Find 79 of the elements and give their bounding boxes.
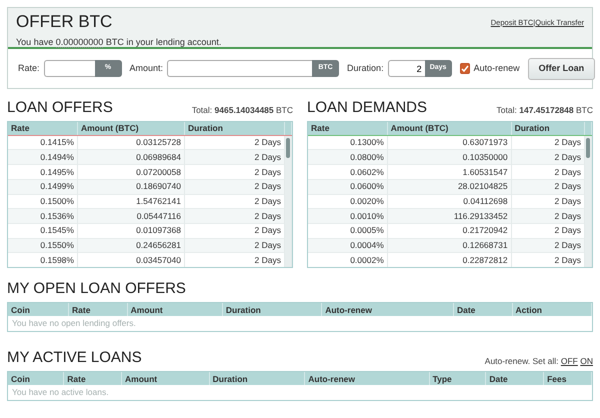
table-cell: 2 Days: [511, 179, 584, 194]
column-header: Date: [486, 372, 544, 386]
table-cell: 0.1598%: [8, 252, 78, 268]
total-unit: BTC: [576, 105, 593, 116]
column-header: Duration: [184, 122, 284, 136]
section-title: MY OPEN LOAN OFFERS: [7, 280, 186, 298]
column-header: Rate: [8, 122, 78, 136]
rate-field[interactable]: [44, 60, 95, 77]
table-cell: 0.0800%: [308, 150, 388, 165]
table-cell: 116.29133452: [387, 208, 512, 224]
total-unit: BTC: [276, 105, 293, 116]
total-label: Total:: [192, 105, 212, 116]
auto-renew-label: Auto-renew: [474, 62, 520, 75]
table-cell: 2 Days: [511, 150, 584, 165]
set-all-link[interactable]: ON: [580, 356, 593, 366]
empty-message: You have no open lending offers.: [11, 317, 137, 330]
table-cell: 0.0010%: [308, 208, 388, 224]
auto-renew-checkbox[interactable]: [460, 63, 470, 74]
column-header: Duration: [222, 303, 322, 316]
amount-label: Amount:: [130, 62, 164, 75]
column-header: Rate: [308, 122, 388, 136]
table-cell: 0.1499%: [8, 179, 78, 194]
total-value: 9465.14034485: [214, 105, 274, 116]
duration-label: Duration:: [347, 62, 384, 75]
column-header: Fees: [544, 372, 592, 386]
column-header: Duration: [209, 372, 305, 386]
table-cell: 0.0002%: [308, 252, 388, 268]
table-cell: 2 Days: [184, 238, 284, 253]
table-cell: 28.02104825: [387, 179, 512, 194]
column-header: Type: [429, 372, 486, 386]
offer-loan-button[interactable]: Offer Loan: [528, 58, 596, 80]
table-cell: 2 Days: [184, 179, 284, 194]
column-header: Auto-renew: [322, 303, 454, 316]
table-cell: 0.10350000: [387, 150, 512, 165]
table-cell: 2 Days: [511, 252, 584, 268]
table-cell: 2 Days: [511, 238, 584, 253]
column-header: Action: [512, 303, 592, 316]
amount-field[interactable]: [167, 60, 312, 77]
column-header: Duration: [511, 122, 584, 136]
table-cell: 0.1550%: [8, 238, 78, 253]
panel-title: OFFER BTC: [16, 12, 114, 32]
balance-value: 0.00000000: [56, 37, 104, 48]
table-cell: 2 Days: [184, 208, 284, 224]
column-header: Date: [453, 303, 512, 316]
table-cell: 0.0004%: [308, 238, 388, 253]
set-all-label: Auto-renew. Set all:: [484, 356, 558, 366]
table-cell: 0.22872812: [387, 252, 512, 268]
column-header: Coin: [8, 303, 69, 316]
rate-label: Rate:: [18, 62, 40, 75]
table-cell: 0.05447116: [77, 208, 184, 224]
total-label: Total:: [496, 105, 517, 116]
balance-label: You have: [16, 37, 54, 47]
column-header: Rate: [68, 303, 128, 316]
table-cell: 0.18690740: [77, 179, 184, 194]
column-header: Coin: [8, 372, 64, 386]
table-cell: 0.0600%: [308, 179, 388, 194]
table-cell: 0.1536%: [8, 208, 78, 224]
section-title: LOAN DEMANDS: [307, 99, 428, 117]
table-cell: 2 Days: [511, 208, 584, 224]
column-header: Amount: [122, 372, 210, 386]
column-header: Amount (BTC): [77, 122, 184, 136]
table-cell: 0.1494%: [8, 150, 78, 165]
table-cell: 0.24656281: [77, 238, 184, 253]
table-cell: 2 Days: [184, 252, 284, 268]
table-cell: 0.03457040: [77, 252, 184, 268]
table-cell: 2 Days: [184, 150, 284, 165]
column-header: Auto-renew: [304, 372, 430, 386]
table-cell: 0.06989684: [77, 150, 184, 165]
total-value: 147.45172848: [519, 105, 574, 116]
balance-label: BTC in your lending account.: [106, 37, 222, 47]
section-title: MY ACTIVE LOANS: [7, 349, 142, 368]
duration-field[interactable]: 2: [388, 60, 425, 77]
column-header: Amount (BTC): [387, 122, 512, 136]
section-title: LOAN OFFERS: [7, 99, 113, 117]
empty-message: You have no active loans.: [11, 386, 110, 400]
column-header: Rate: [64, 372, 122, 386]
table-cell: 0.12668731: [387, 238, 512, 253]
column-header: Amount: [127, 303, 222, 316]
set-all-link[interactable]: OFF: [560, 356, 578, 366]
